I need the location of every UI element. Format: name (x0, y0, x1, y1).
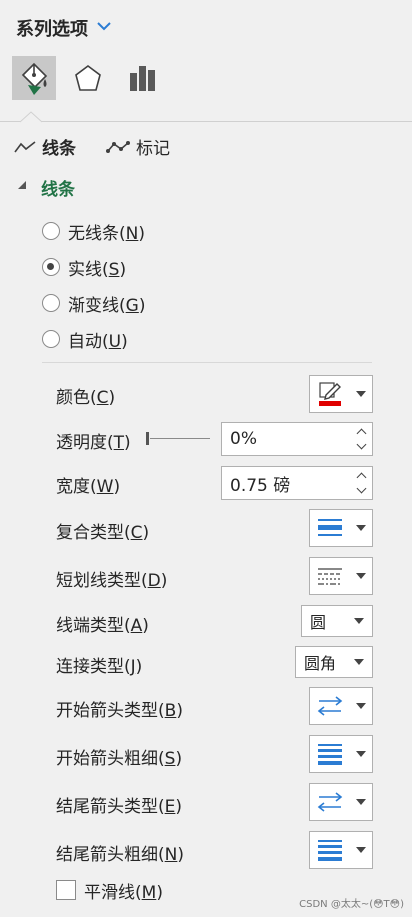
pen-color-icon (319, 382, 341, 406)
chevron-down-icon (350, 391, 372, 397)
dash-type-dropdown[interactable] (309, 557, 373, 595)
chevron-down-icon (350, 573, 372, 579)
chevron-down-icon (350, 703, 372, 709)
join-type-label: 连接类型(J) (56, 657, 143, 677)
radio-gradient-line[interactable]: 渐变线(G) (42, 291, 146, 316)
active-tab-notch (20, 111, 42, 123)
color-dropdown[interactable] (309, 375, 373, 413)
smooth-line-label[interactable]: 平滑线(M) (84, 878, 163, 903)
watermark: CSDN @太太~(😳T😳) (299, 899, 404, 910)
spin-down-icon[interactable] (356, 439, 366, 450)
transparency-spinner[interactable]: 0% (221, 422, 373, 456)
chevron-down-icon (346, 659, 372, 665)
spin-up-icon[interactable] (356, 472, 366, 483)
tab-series-options[interactable] (120, 56, 164, 100)
subtab-line[interactable]: 线条 (14, 134, 76, 159)
line-icon (14, 140, 36, 152)
dash-type-label: 短划线类型(D) (56, 571, 168, 591)
chevron-down-icon[interactable] (96, 20, 112, 32)
radio-label: 自动(U) (68, 331, 128, 352)
join-type-dropdown[interactable]: 圆角 (295, 646, 373, 678)
compound-type-dropdown[interactable] (309, 509, 373, 547)
begin-arrow-type-dropdown[interactable] (309, 687, 373, 725)
width-value[interactable]: 0.75 磅 (230, 471, 350, 496)
cap-type-dropdown[interactable]: 圆 (301, 605, 373, 637)
arrow-type-icon (317, 696, 343, 716)
transparency-label: 透明度(T) (56, 433, 131, 453)
begin-arrow-size-label: 开始箭头粗细(S) (56, 749, 183, 769)
cap-type-value: 圆 (310, 613, 327, 632)
smooth-line-checkbox[interactable] (56, 880, 76, 900)
radio-no-line[interactable]: 无线条(N) (42, 219, 145, 244)
end-arrow-size-label: 结尾箭头粗细(N) (56, 845, 184, 865)
compound-type-label: 复合类型(C) (56, 523, 150, 543)
radio-circle[interactable] (42, 258, 60, 276)
section-title[interactable]: 线条 (41, 175, 75, 200)
line-weight-icon (318, 840, 342, 861)
tab-fill-line[interactable] (12, 56, 56, 100)
end-arrow-type-dropdown[interactable] (309, 783, 373, 821)
radio-automatic[interactable]: 自动(U) (42, 327, 128, 352)
spin-up-icon[interactable] (356, 428, 366, 439)
transparency-value[interactable]: 0% (230, 429, 350, 449)
width-label: 宽度(W) (56, 477, 121, 497)
radio-circle[interactable] (42, 222, 60, 240)
pane-title[interactable]: 系列选项 (16, 15, 88, 41)
line-weight-icon (318, 744, 342, 765)
pentagon-icon (75, 65, 101, 91)
subtab-marker-label: 标记 (136, 139, 170, 159)
color-label: 颜色(C) (56, 388, 116, 408)
chevron-down-icon (350, 847, 372, 853)
chevron-down-icon (350, 525, 372, 531)
chevron-down-icon (346, 618, 372, 624)
join-type-value: 圆角 (304, 654, 337, 673)
end-arrow-type-label: 结尾箭头类型(E) (56, 797, 183, 817)
radio-circle[interactable] (42, 330, 60, 348)
width-spinner[interactable]: 0.75 磅 (221, 466, 373, 500)
tab-effects[interactable] (66, 56, 110, 100)
bar-chart-icon (130, 66, 155, 91)
radio-label: 实线(S) (68, 259, 127, 280)
radio-solid-line[interactable]: 实线(S) (42, 255, 127, 280)
marker-line-icon (106, 140, 130, 153)
dash-lines-icon (318, 568, 342, 585)
chevron-down-icon (350, 799, 372, 805)
end-arrow-size-dropdown[interactable] (309, 831, 373, 869)
radio-circle[interactable] (42, 294, 60, 312)
chevron-down-icon (350, 751, 372, 757)
transparency-slider-track[interactable] (150, 438, 210, 439)
begin-arrow-type-label: 开始箭头类型(B) (56, 701, 183, 721)
radio-label: 渐变线(G) (68, 295, 146, 316)
spin-down-icon[interactable] (356, 483, 366, 494)
cap-type-label: 线端类型(A) (56, 616, 149, 636)
arrow-type-icon (317, 792, 343, 812)
transparency-slider-thumb[interactable] (146, 432, 149, 445)
section-divider (42, 362, 372, 363)
paint-bucket-icon (21, 62, 48, 95)
subtab-line-label: 线条 (42, 139, 76, 159)
collapse-triangle-icon[interactable] (18, 181, 26, 189)
subtab-marker[interactable]: 标记 (106, 134, 170, 159)
tabs-divider (0, 121, 412, 122)
begin-arrow-size-dropdown[interactable] (309, 735, 373, 773)
radio-label: 无线条(N) (68, 223, 145, 244)
compound-lines-icon (318, 519, 342, 536)
